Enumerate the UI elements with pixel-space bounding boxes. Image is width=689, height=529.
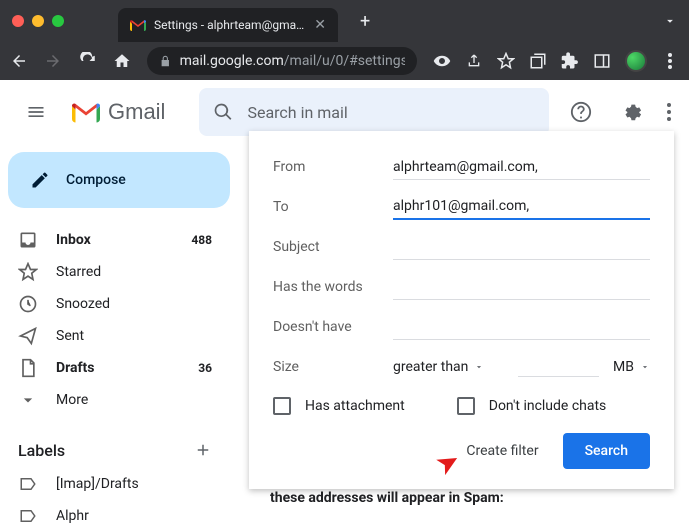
- browser-tab-strip: Settings - alphrteam@gmail.co ✕ +: [0, 0, 689, 42]
- nav-drafts[interactable]: Drafts 36: [0, 352, 230, 384]
- clock-icon: [18, 294, 38, 314]
- doesnt-have-input[interactable]: [393, 315, 650, 340]
- chevron-down-icon: [18, 390, 38, 410]
- file-icon: [18, 358, 38, 378]
- tab-close-button[interactable]: ✕: [314, 17, 326, 33]
- pencil-icon: [30, 170, 50, 190]
- window-controls: [12, 15, 64, 27]
- background-text: these addresses will appear in Spam:: [270, 490, 504, 506]
- gmail-favicon: [130, 17, 146, 33]
- nav-starred[interactable]: Starred: [0, 256, 230, 288]
- gmail-app: Gmail Search in mail Compose Inbox 4: [0, 80, 689, 529]
- forward-button[interactable]: [44, 50, 62, 72]
- eye-icon[interactable]: [433, 52, 451, 70]
- create-filter-button[interactable]: Create filter: [462, 435, 542, 467]
- label-icon: [18, 474, 38, 494]
- has-attachment-label: Has attachment: [305, 398, 405, 414]
- search-button[interactable]: Search: [563, 433, 650, 469]
- to-input[interactable]: [393, 194, 650, 220]
- nav-more[interactable]: More: [0, 384, 230, 416]
- new-tab-button[interactable]: +: [360, 11, 370, 32]
- menu-icon[interactable]: [661, 52, 679, 70]
- nav-count: 488: [191, 233, 212, 247]
- size-value-input[interactable]: [518, 357, 599, 377]
- profile-avatar[interactable]: [625, 50, 647, 72]
- label-name: [Imap]/Drafts: [56, 476, 139, 492]
- size-label: Size: [273, 359, 393, 375]
- has-words-input[interactable]: [393, 275, 650, 300]
- address-bar[interactable]: mail.google.com/mail/u/0/#settings/fi…: [147, 47, 417, 75]
- tabs-icon[interactable]: [529, 52, 547, 70]
- extensions-icon[interactable]: [561, 52, 579, 70]
- share-icon[interactable]: [465, 52, 483, 70]
- from-label: From: [273, 159, 393, 175]
- compose-label: Compose: [66, 172, 126, 188]
- url-text: mail.google.com/mail/u/0/#settings/fi…: [180, 53, 405, 69]
- filter-panel: From To Subject Has the words Doesn't ha…: [249, 131, 674, 489]
- star-icon: [18, 262, 38, 282]
- main-menu-button[interactable]: [12, 88, 60, 136]
- arrow-annotation: ➤: [429, 442, 466, 482]
- compose-button[interactable]: Compose: [8, 152, 230, 208]
- to-label: To: [273, 199, 393, 215]
- subject-input[interactable]: [393, 235, 650, 260]
- gmail-wordmark: Gmail: [108, 99, 165, 125]
- label-name: Alphr: [56, 508, 89, 524]
- dont-include-chats-checkbox[interactable]: [457, 397, 475, 415]
- lock-icon: [159, 54, 172, 68]
- label-item[interactable]: Alphr: [0, 500, 230, 529]
- close-window-button[interactable]: [12, 15, 24, 27]
- home-button[interactable]: [113, 50, 131, 72]
- size-operator-select[interactable]: greater than: [393, 359, 484, 375]
- chevron-down-icon: [640, 362, 650, 372]
- add-label-button[interactable]: [194, 441, 212, 459]
- from-input[interactable]: [393, 155, 650, 180]
- nav-label: Snoozed: [56, 296, 110, 312]
- nav-count: 36: [198, 361, 212, 375]
- search-icon: [213, 102, 233, 122]
- nav-label: Starred: [56, 264, 101, 280]
- nav-sent[interactable]: Sent: [0, 320, 230, 352]
- tab-title: Settings - alphrteam@gmail.co: [154, 18, 306, 32]
- subject-label: Subject: [273, 239, 393, 255]
- star-icon[interactable]: [497, 52, 515, 70]
- send-icon: [18, 326, 38, 346]
- nav-label: More: [56, 392, 88, 408]
- nav-label: Sent: [56, 328, 84, 344]
- label-icon: [18, 506, 38, 526]
- has-attachment-checkbox[interactable]: [273, 397, 291, 415]
- search-placeholder: Search in mail: [247, 103, 347, 122]
- more-button[interactable]: [661, 92, 677, 132]
- labels-heading: Labels: [0, 432, 230, 468]
- search-bar[interactable]: Search in mail: [199, 88, 549, 136]
- has-words-label: Has the words: [273, 279, 393, 295]
- settings-button[interactable]: [611, 92, 651, 132]
- browser-tab[interactable]: Settings - alphrteam@gmail.co ✕: [118, 8, 338, 42]
- maximize-window-button[interactable]: [52, 15, 64, 27]
- nav-inbox[interactable]: Inbox 488: [0, 224, 230, 256]
- dont-include-chats-label: Don't include chats: [489, 398, 607, 414]
- back-button[interactable]: [10, 50, 28, 72]
- sidepanel-icon[interactable]: [593, 52, 611, 70]
- size-unit-select[interactable]: MB: [613, 359, 650, 375]
- sidebar: Compose Inbox 488 Starred Snoozed Sent D…: [0, 144, 240, 529]
- reload-button[interactable]: [79, 50, 97, 72]
- gmail-logo[interactable]: Gmail: [72, 99, 165, 125]
- label-item[interactable]: [Imap]/Drafts: [0, 468, 230, 500]
- chevron-down-icon: [474, 362, 484, 372]
- nav-label: Drafts: [56, 360, 94, 376]
- doesnt-have-label: Doesn't have: [273, 319, 393, 335]
- browser-toolbar: mail.google.com/mail/u/0/#settings/fi…: [0, 42, 689, 80]
- nav-label: Inbox: [56, 232, 91, 248]
- support-button[interactable]: [561, 92, 601, 132]
- minimize-window-button[interactable]: [32, 15, 44, 27]
- inbox-icon: [18, 230, 38, 250]
- nav-snoozed[interactable]: Snoozed: [0, 288, 230, 320]
- tabs-dropdown-icon[interactable]: [663, 14, 677, 28]
